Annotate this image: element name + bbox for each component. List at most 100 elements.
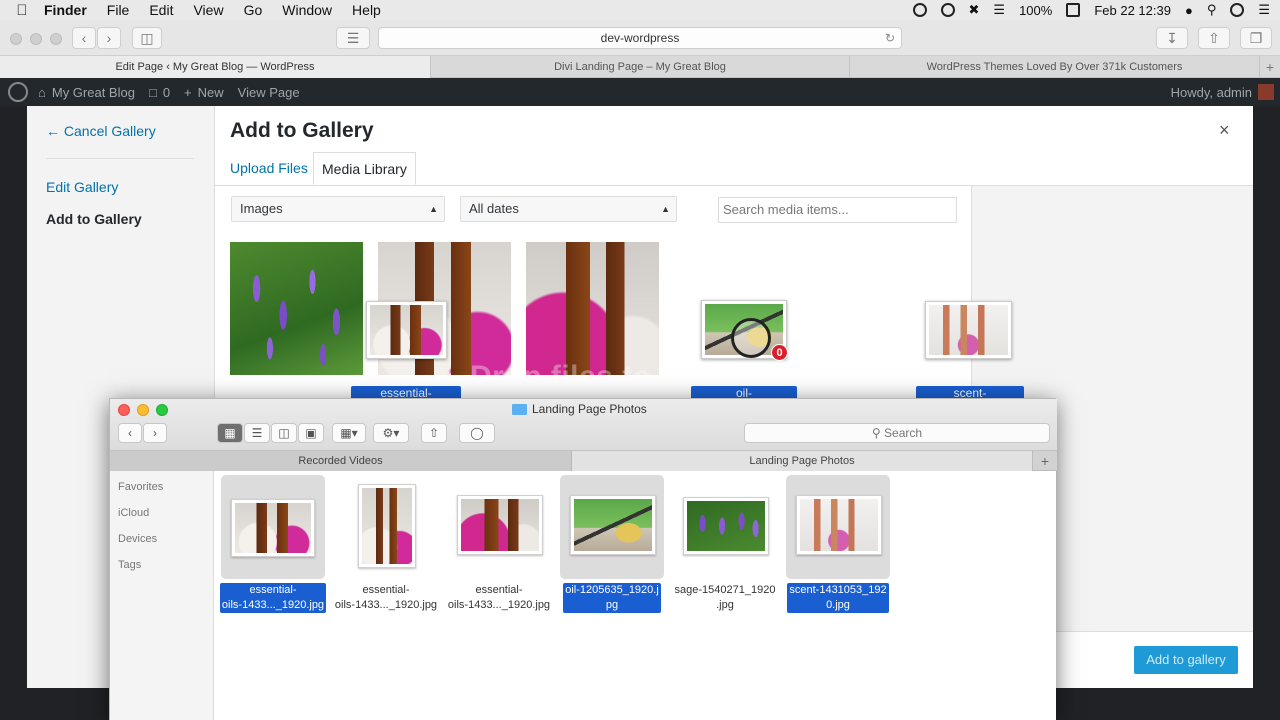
share-button[interactable]: ⇧: [1198, 27, 1230, 49]
finder-new-tab-button[interactable]: +: [1032, 451, 1057, 471]
finder-tab-recorded-videos[interactable]: Recorded Videos: [110, 451, 572, 471]
attachment-thumbnail[interactable]: [230, 242, 363, 375]
sidebar-item-icloud[interactable]: iCloud: [118, 507, 149, 519]
dragged-image-preview: [929, 305, 1008, 355]
edit-gallery-link[interactable]: Edit Gallery: [46, 179, 118, 195]
menu-go[interactable]: Go: [244, 2, 263, 18]
site-name-link[interactable]: ⌂ My Great Blog: [38, 85, 135, 100]
tab-upload-files[interactable]: Upload Files: [222, 152, 316, 185]
battery-text[interactable]: 100%: [1019, 3, 1052, 18]
finder-forward-button[interactable]: ›: [143, 423, 167, 443]
tab-edit-page[interactable]: Edit Page ‹ My Great Blog — WordPress: [0, 56, 431, 78]
menu-help[interactable]: Help: [352, 2, 381, 18]
list-view-button[interactable]: ☰: [244, 423, 270, 443]
file-item[interactable]: [221, 475, 325, 579]
record-icon[interactable]: [912, 3, 927, 17]
file-preview: [362, 488, 412, 564]
column-view-button[interactable]: ◫: [271, 423, 297, 443]
sidebar-item-favorites[interactable]: Favorites: [118, 481, 163, 493]
datetime[interactable]: Feb 22 12:39: [1094, 3, 1171, 18]
file-item[interactable]: [673, 475, 777, 579]
menu-window[interactable]: Window: [282, 2, 332, 18]
notification-center-icon[interactable]: ☰: [1258, 2, 1270, 18]
sidebar-item-devices[interactable]: Devices: [118, 533, 157, 545]
file-label[interactable]: essential- oils-1433..._1920.jpg: [218, 583, 328, 613]
reload-icon[interactable]: ↻: [885, 28, 895, 48]
menu-edit[interactable]: Edit: [149, 2, 173, 18]
bluetooth-icon[interactable]: ✖: [969, 2, 980, 18]
file-label[interactable]: essential- oils-1433..._1920.jpg: [331, 583, 441, 613]
menu-view[interactable]: View: [193, 2, 223, 18]
tab-wordpress-themes[interactable]: WordPress Themes Loved By Over 371k Cust…: [850, 56, 1260, 78]
apple-icon[interactable]: : [0, 2, 44, 19]
tab-divi-landing[interactable]: Divi Landing Page – My Great Blog: [431, 56, 850, 78]
file-item[interactable]: [334, 475, 438, 579]
howdy-text: Howdy, admin: [1170, 84, 1252, 100]
drag-count-badge: 0: [771, 344, 788, 361]
file-label[interactable]: sage-1540271_1920 .jpg: [672, 583, 778, 613]
date-filter[interactable]: All dates ▲: [460, 196, 677, 222]
new-tab-button[interactable]: +: [1260, 56, 1280, 77]
folder-icon: [512, 403, 527, 415]
new-link[interactable]: + New: [184, 85, 224, 100]
comments-link[interactable]: □ 0: [149, 85, 170, 100]
close-icon[interactable]: ×: [1219, 120, 1230, 141]
timemachine-icon[interactable]: [940, 3, 955, 17]
search-media-input[interactable]: Search media items...: [718, 197, 957, 223]
media-router: Upload Files Media Library: [215, 152, 1253, 186]
finder-title: Landing Page Photos: [512, 402, 647, 416]
window-zoom-button[interactable]: [50, 33, 62, 45]
wordpress-logo-icon[interactable]: [8, 82, 28, 102]
file-preview: [461, 499, 539, 551]
finder-minimize-button[interactable]: [137, 404, 149, 416]
file-label[interactable]: scent-1431053_192 0.jpg: [785, 583, 891, 613]
forward-button[interactable]: ›: [97, 27, 121, 49]
view-page-link[interactable]: View Page: [238, 85, 300, 100]
share-icon[interactable]: ⇧: [421, 423, 447, 443]
layers-icon[interactable]: ☰: [336, 27, 370, 49]
media-type-filter[interactable]: Images ▲: [231, 196, 445, 222]
add-to-gallery-link[interactable]: Add to Gallery: [46, 211, 142, 227]
finder-search-field[interactable]: ⚲ Search: [744, 423, 1050, 443]
arrange-button[interactable]: ▦▾: [332, 423, 366, 443]
finder-back-button[interactable]: ‹: [118, 423, 142, 443]
downloads-button[interactable]: ↧: [1156, 27, 1188, 49]
window-minimize-button[interactable]: [30, 33, 42, 45]
finder-window: Landing Page Photos ‹ › ▦ ☰ ◫ ▣ ▦▾ ⚙▾ ⇧ …: [109, 398, 1057, 720]
gallery-view-button[interactable]: ▣: [298, 423, 324, 443]
file-item[interactable]: [560, 475, 664, 579]
tag-icon[interactable]: ◯: [459, 423, 495, 443]
finder-close-button[interactable]: [118, 404, 130, 416]
wifi-icon[interactable]: ☰: [993, 2, 1005, 18]
home-icon: ⌂: [38, 84, 46, 100]
file-item[interactable]: [447, 475, 551, 579]
add-to-gallery-button[interactable]: Add to gallery: [1134, 646, 1238, 674]
file-item[interactable]: [786, 475, 890, 579]
sidebar-toggle-button[interactable]: ◫: [132, 27, 162, 49]
tabs-overview-button[interactable]: ❐: [1240, 27, 1272, 49]
file-thumbnail: [683, 497, 769, 555]
siri-icon[interactable]: [1230, 3, 1245, 17]
address-bar[interactable]: dev-wordpress ↻: [378, 27, 902, 49]
attachment-thumbnail[interactable]: [526, 242, 659, 375]
finder-tab-landing-page-photos[interactable]: Landing Page Photos: [572, 451, 1032, 471]
comment-icon: □: [148, 84, 157, 100]
sidebar-item-tags[interactable]: Tags: [118, 559, 141, 571]
tab-media-library[interactable]: Media Library: [313, 152, 416, 185]
battery-icon[interactable]: [1066, 3, 1081, 17]
browser-toolbar: ‹ › ◫ ☰ dev-wordpress ↻ ↧ ⇧ ❐: [0, 20, 1280, 56]
menu-file[interactable]: File: [107, 2, 130, 18]
account-menu[interactable]: Howdy, admin: [1171, 84, 1274, 100]
back-button[interactable]: ‹: [72, 27, 96, 49]
file-label[interactable]: oil-1205635_1920.j pg: [559, 583, 665, 613]
dragged-image: [366, 301, 447, 359]
icon-view-button[interactable]: ▦: [217, 423, 243, 443]
file-label[interactable]: essential- oils-1433..._1920.jpg: [444, 583, 554, 613]
cancel-gallery-link[interactable]: ← Cancel Gallery: [46, 123, 156, 139]
menu-finder[interactable]: Finder: [44, 2, 87, 18]
user-icon[interactable]: ●: [1185, 3, 1193, 18]
spotlight-icon[interactable]: ⚲: [1207, 2, 1217, 18]
finder-zoom-button[interactable]: [156, 404, 168, 416]
action-gear-button[interactable]: ⚙▾: [373, 423, 409, 443]
window-close-button[interactable]: [10, 33, 22, 45]
